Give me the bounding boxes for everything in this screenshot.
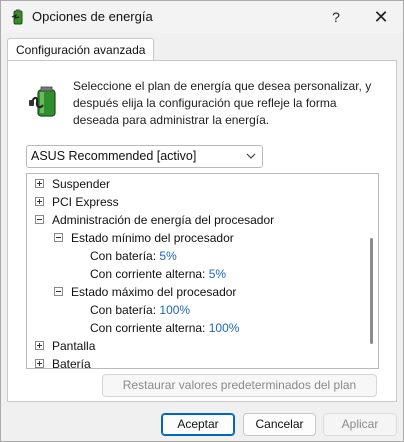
close-button[interactable]: ✕ [359,1,403,33]
setting-label: Con corriente alterna: [90,321,206,335]
setting-label: Con batería: [90,249,157,263]
tab-advanced-settings[interactable]: Configuración avanzada [7,38,155,61]
setting-value[interactable]: 100% [209,321,240,335]
setting-max-plugged-in[interactable]: Con corriente alterna: 100% [90,319,239,337]
advanced-settings-panel: Seleccione el plan de energía que desea … [7,60,397,402]
setting-value[interactable]: 100% [159,303,190,317]
tree-item-label: Batería [52,357,91,369]
expand-plus-icon[interactable] [35,341,44,350]
setting-max-on-battery[interactable]: Con batería: 100% [90,301,190,319]
power-options-dialog: Opciones de energía ? ✕ Configuración av… [0,0,404,442]
apply-button[interactable]: Aplicar [323,413,397,436]
tree-item-label: Administración de energía del procesador [52,213,275,227]
instructions-text: Seleccione el plan de energía que desea … [73,79,372,127]
setting-label: Con corriente alterna: [90,267,206,281]
settings-tree: Suspender PCI Express Administración de … [26,173,379,369]
cancel-button[interactable]: Cancelar [243,413,316,436]
window-title: Opciones de energía [32,9,153,24]
ok-button[interactable]: Aceptar [161,413,235,436]
title-bar: Opciones de energía ? ✕ [1,1,403,33]
power-plan-select[interactable]: ASUS Recommended [activo] [26,145,263,168]
expand-plus-icon[interactable] [35,197,44,206]
restore-defaults-button[interactable]: Restaurar valores predeterminados del pl… [102,374,377,397]
tree-item-label: PCI Express [52,195,119,209]
collapse-minus-icon[interactable] [54,287,63,296]
expand-plus-icon[interactable] [35,359,44,368]
tree-item-label: Estado máximo del procesador [71,285,237,299]
power-options-app-icon [11,9,23,25]
setting-value[interactable]: 5% [159,249,176,263]
close-icon: ✕ [373,6,389,27]
expand-plus-icon[interactable] [35,179,44,188]
collapse-minus-icon[interactable] [35,215,44,224]
tree-item-label: Pantalla [52,339,96,353]
setting-value[interactable]: 5% [209,267,226,281]
tree-item-label: Estado mínimo del procesador [71,231,234,245]
tree-scrollbar-thumb[interactable] [370,238,373,344]
collapse-minus-icon[interactable] [54,233,63,242]
battery-power-icon [29,86,56,117]
setting-min-plugged-in[interactable]: Con corriente alterna: 5% [90,265,226,283]
setting-min-on-battery[interactable]: Con batería: 5% [90,247,177,265]
help-button[interactable]: ? [314,1,358,33]
power-plan-select-value: ASUS Recommended [activo] [31,149,197,163]
chevron-down-icon [246,153,256,159]
setting-label: Con batería: [90,303,157,317]
tree-item-label: Suspender [52,177,111,191]
